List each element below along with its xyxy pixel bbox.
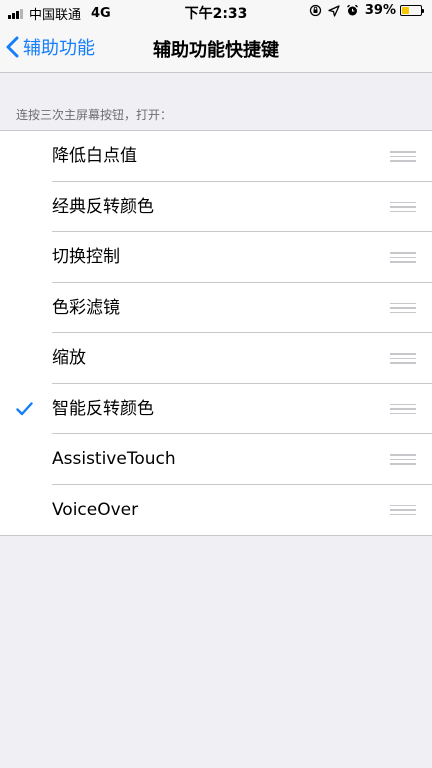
list-item-label: 降低白点值 (52, 146, 137, 166)
status-right: 39% (303, 3, 424, 18)
battery-fill (402, 7, 409, 14)
section-header: 连按三次主屏幕按钮，打开： (16, 108, 173, 122)
reorder-handle-icon[interactable] (390, 504, 416, 519)
list-item[interactable]: 切换控制 (0, 232, 432, 283)
list-item-label: 色彩滤镜 (52, 297, 120, 318)
alarm-icon (346, 4, 359, 17)
list-item[interactable]: 经典反转颜色 (0, 182, 432, 233)
reorder-handle-icon[interactable] (390, 454, 416, 468)
battery-icon (400, 5, 424, 16)
checkmark-icon (16, 401, 33, 420)
list-item[interactable]: 色彩滤镜 (0, 283, 432, 334)
list-item-label: VoiceOver (52, 499, 139, 520)
status-bar: 中国联通 4G 下午2:33 39% (0, 0, 432, 24)
list-item[interactable]: AssistiveTouch (0, 434, 432, 485)
reorder-handle-icon[interactable] (390, 252, 416, 266)
list-item[interactable]: 智能反转颜色 (0, 384, 432, 435)
reorder-handle-icon[interactable] (390, 353, 416, 367)
reorder-handle-icon[interactable] (390, 302, 416, 317)
list-item-label: 缩放 (52, 348, 86, 368)
page-title: 辅助功能快捷键 (153, 40, 279, 61)
battery-percent: 39% (364, 3, 396, 18)
reorder-handle-icon[interactable] (390, 201, 416, 216)
navigation-bar: 辅助功能 辅助功能快捷键 (0, 24, 432, 73)
location-icon (328, 4, 340, 17)
list-item-label: 经典反转颜色 (52, 196, 154, 217)
list-item[interactable]: VoiceOver (0, 485, 432, 536)
list-item-label: 切换控制 (52, 247, 120, 267)
orientation-lock-icon (309, 4, 322, 17)
reorder-handle-icon[interactable] (390, 403, 416, 418)
shortcut-list: 降低白点值 经典反转颜色 切换控制 色彩滤镜 缩放 智能反转颜色 Assisti… (0, 130, 432, 536)
list-item-label: 智能反转颜色 (52, 398, 154, 419)
reorder-handle-icon[interactable] (390, 151, 416, 165)
list-item[interactable]: 降低白点值 (0, 131, 432, 182)
list-item-label: AssistiveTouch (52, 449, 176, 469)
list-item[interactable]: 缩放 (0, 333, 432, 384)
